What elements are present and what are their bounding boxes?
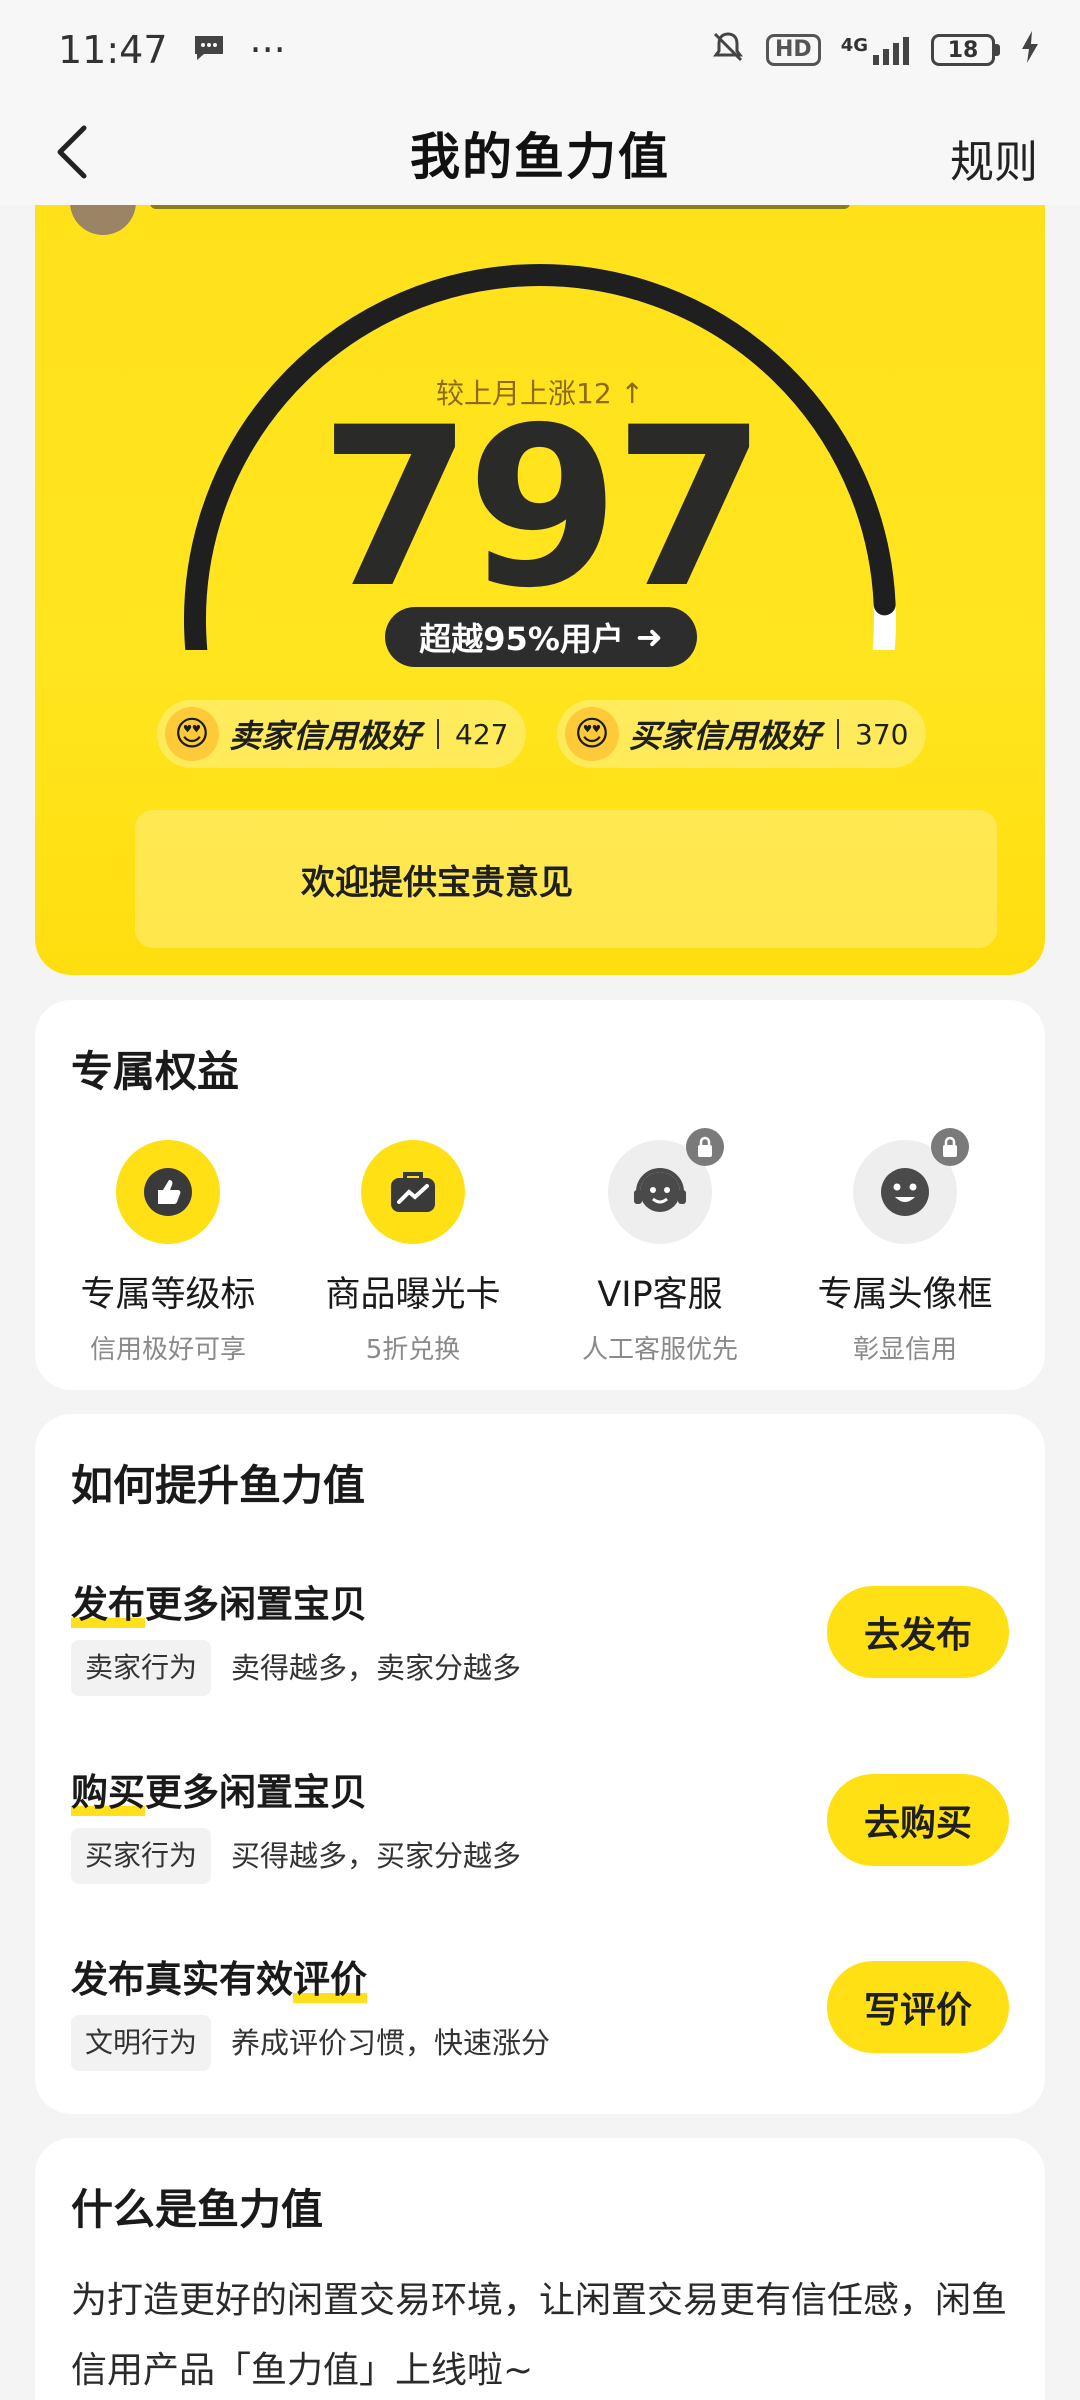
benefit-title: VIP客服 — [597, 1275, 723, 1315]
task-title-highlight: 发布 — [71, 1574, 145, 1628]
status-time: 11:47 — [58, 28, 168, 72]
heart-eyes-icon: 😍 — [165, 707, 219, 761]
benefit-title: 商品曝光卡 — [325, 1275, 501, 1315]
task-publish: 发布更多闲置宝贝 卖家行为 卖得越多，卖家分越多 去发布 — [35, 1574, 1045, 1754]
publish-button[interactable]: 去发布 — [827, 1586, 1009, 1678]
seller-credit-label: 卖家信用极好 — [229, 717, 422, 755]
chevron-left-icon — [57, 125, 87, 179]
benefit-title: 专属等级标 — [80, 1275, 256, 1315]
about-text: 为打造更好的闲置交易环境，让闲置交易更有信任感，闲鱼信用产品「鱼力值」上线啦~ — [71, 2280, 1008, 2391]
lock-icon — [931, 1128, 969, 1166]
task-title-rest: 发布真实有效 — [71, 1958, 293, 2001]
heart-eyes-icon: 😍 — [565, 707, 619, 761]
battery-level: 18 — [931, 34, 995, 66]
task-description: 买得越多，买家分越多 — [231, 1839, 522, 1873]
about-card: 什么是鱼力值 为打造更好的闲置交易环境，让闲置交易更有信任感，闲鱼信用产品「鱼力… — [35, 2138, 1045, 2400]
benefit-avatar-frame[interactable]: 专属头像框 彰显信用 — [790, 1128, 1020, 1366]
benefit-exposure-card[interactable]: 商品曝光卡 5折兑换 — [298, 1140, 528, 1366]
task-description: 养成评价习惯，快速涨分 — [231, 2026, 551, 2060]
task-title: 购买更多闲置宝贝 — [71, 1762, 367, 1816]
smiley-frame-icon — [853, 1128, 969, 1244]
rank-button[interactable]: 超越95%用户 ➜ — [385, 607, 697, 667]
score-card: 较上月上涨12 ↑ 797 超越95%用户 ➜ 😍 卖家信用极好 427 😍 买… — [35, 180, 1045, 975]
status-more-icon: ··· — [249, 28, 286, 72]
benefit-title: 专属头像框 — [817, 1275, 993, 1315]
task-description: 卖得越多，卖家分越多 — [231, 1651, 522, 1685]
benefit-subtitle: 人工客服优先 — [581, 1335, 738, 1365]
mute-bell-icon — [710, 29, 746, 72]
buyer-credit-label: 买家信用极好 — [629, 717, 822, 755]
feedback-banner[interactable]: 欢迎提供宝贵意见 — [135, 810, 997, 948]
task-title: 发布更多闲置宝贝 — [71, 1574, 367, 1628]
nav-header: 我的鱼力值 规则 — [0, 100, 1080, 205]
task-tag: 买家行为 — [71, 1828, 212, 1884]
rank-text: 超越95%用户 — [419, 620, 624, 658]
signal-icon: 4G — [841, 35, 911, 65]
charging-icon — [1020, 30, 1040, 71]
seller-credit-value: 427 — [455, 717, 509, 751]
buyer-credit-badge[interactable]: 😍 买家信用极好 370 — [557, 700, 927, 768]
task-title-highlight: 购买 — [71, 1762, 145, 1816]
task-review: 发布真实有效评价 文明行为 养成评价习惯，快速涨分 写评价 — [35, 1949, 1045, 2129]
write-review-button[interactable]: 写评价 — [827, 1961, 1009, 2053]
buy-button[interactable]: 去购买 — [827, 1774, 1009, 1866]
seller-credit-badge[interactable]: 😍 卖家信用极好 427 — [157, 700, 527, 768]
arrow-right-icon: ➜ — [635, 618, 663, 656]
benefits-title: 专属权益 — [71, 1047, 240, 1096]
status-bar: 11:47 ··· HD 4G 18 — [0, 0, 1080, 100]
task-title-rest: 更多闲置宝贝 — [145, 1771, 367, 1814]
thumbs-up-icon — [116, 1140, 220, 1244]
page-title: 我的鱼力值 — [410, 127, 670, 186]
message-icon — [192, 28, 226, 72]
task-title: 发布真实有效评价 — [71, 1949, 367, 2003]
benefits-card: 专属权益 专属等级标 信用极好可享 商品曝光卡 5折兑换 VIP客服 人工客服优… — [35, 1000, 1045, 1390]
task-title-rest: 更多闲置宝贝 — [145, 1583, 367, 1626]
benefit-subtitle: 5折兑换 — [365, 1335, 461, 1365]
task-title-highlight: 评价 — [293, 1949, 367, 2003]
benefit-subtitle: 彰显信用 — [852, 1335, 957, 1365]
network-type: 4G — [840, 35, 868, 56]
about-title: 什么是鱼力值 — [71, 2185, 324, 2234]
lock-icon — [686, 1128, 724, 1166]
improve-card: 如何提升鱼力值 发布更多闲置宝贝 卖家行为 卖得越多，卖家分越多 去发布 购买更… — [35, 1414, 1045, 2114]
score-value: 797 — [319, 380, 766, 636]
back-button[interactable] — [40, 120, 104, 184]
task-tag: 卖家行为 — [71, 1640, 212, 1696]
rules-link[interactable]: 规则 — [950, 126, 1038, 190]
improve-title: 如何提升鱼力值 — [71, 1461, 366, 1510]
hd-badge: HD — [766, 34, 821, 66]
trending-bag-icon — [361, 1140, 465, 1244]
benefit-vip-service[interactable]: VIP客服 人工客服优先 — [545, 1128, 775, 1366]
benefit-subtitle: 信用极好可享 — [89, 1335, 246, 1365]
headset-icon — [608, 1128, 724, 1244]
task-buy: 购买更多闲置宝贝 买家行为 买得越多，买家分越多 去购买 — [35, 1762, 1045, 1942]
battery-icon: 18 — [931, 34, 1000, 66]
benefit-level-badge[interactable]: 专属等级标 信用极好可享 — [53, 1140, 283, 1366]
task-tag: 文明行为 — [71, 2015, 212, 2071]
buyer-credit-value: 370 — [855, 717, 909, 751]
